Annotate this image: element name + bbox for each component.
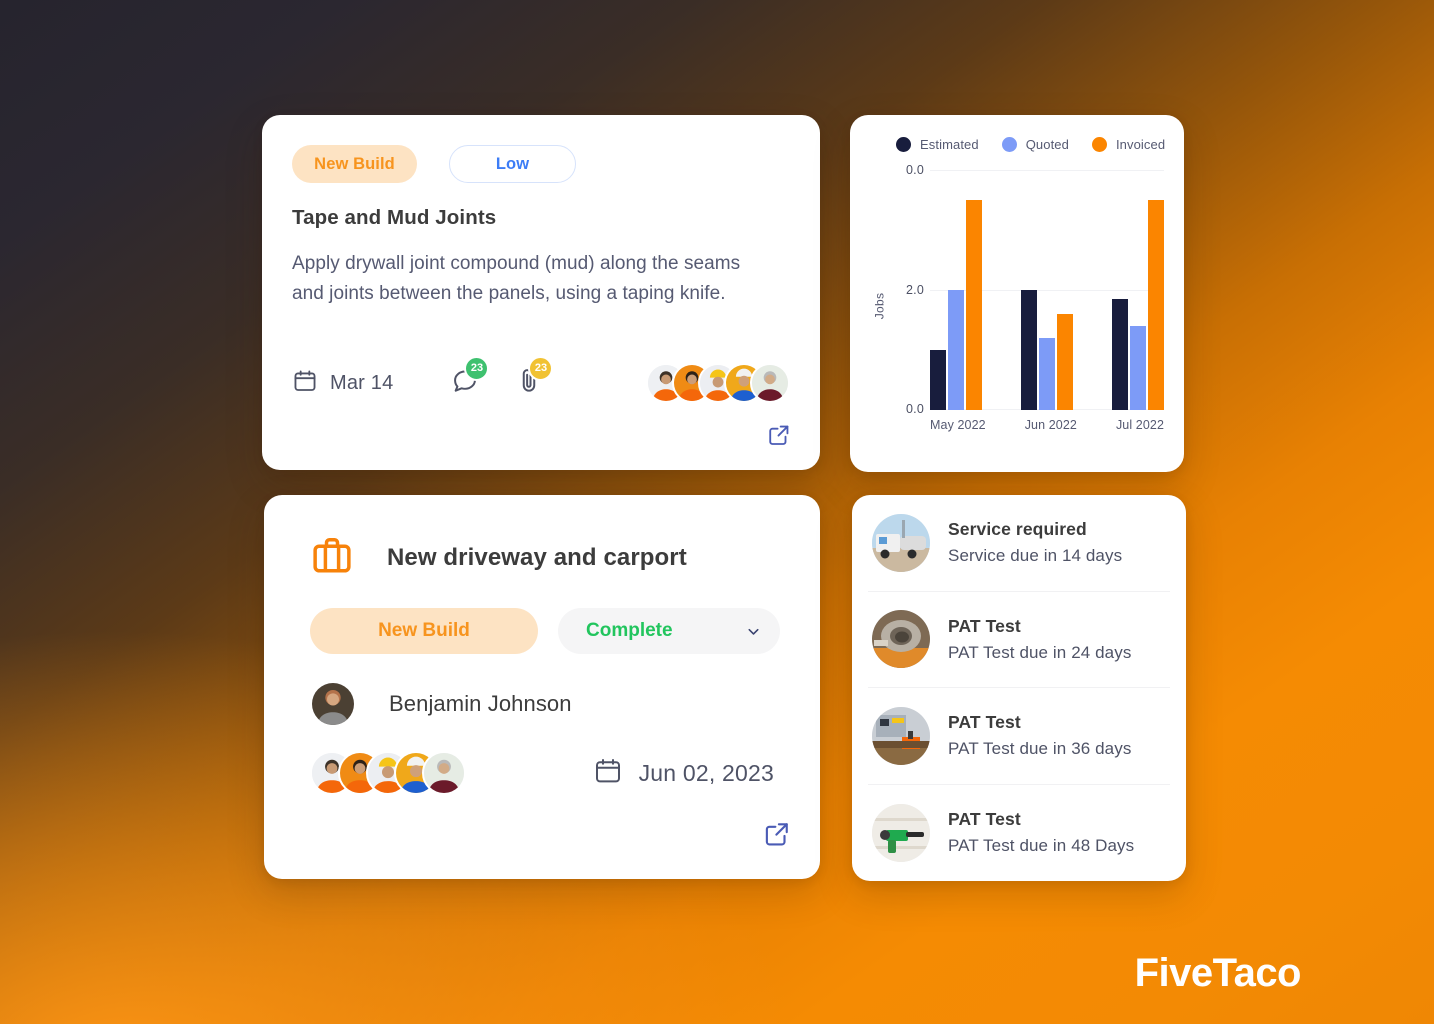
job-title: New driveway and carport xyxy=(387,543,687,571)
legend-item-estimated[interactable]: Estimated xyxy=(896,137,979,152)
job-bottom-row: Jun 02, 2023 xyxy=(264,727,820,795)
dashboard-background: New Build Low Tape and Mud Joints Apply … xyxy=(0,0,1434,1024)
x-tick-label: Jun 2022 xyxy=(1024,418,1077,432)
list-item-text: PAT Test PAT Test due in 36 days xyxy=(948,712,1131,759)
y-tick-label: 2.0 xyxy=(906,283,924,297)
list-item-title: PAT Test xyxy=(948,712,1021,733)
legend-label-invoiced: Invoiced xyxy=(1115,137,1166,152)
chart-legend: Estimated Quoted Invoiced xyxy=(864,137,1170,152)
list-item-subtitle: PAT Test due in 48 Days xyxy=(948,836,1135,856)
task-meta-row: Mar 14 23 23 xyxy=(292,355,790,403)
job-chip-row: New Build Complete xyxy=(264,582,820,654)
task-due-date: Mar 14 xyxy=(292,368,393,399)
chevron-down-icon[interactable] xyxy=(745,623,762,640)
avatar[interactable] xyxy=(750,363,790,403)
list-item-title: PAT Test xyxy=(948,809,1021,830)
jobs-chart-card: Estimated Quoted Invoiced Jobs 0.0 2.0 0.0… xyxy=(850,115,1184,472)
legend-label-quoted: Quoted xyxy=(1025,137,1069,152)
bar-invoiced-may-2022[interactable] xyxy=(966,200,982,410)
task-title: Tape and Mud Joints xyxy=(292,206,497,229)
list-item-text: PAT Test PAT Test due in 24 days xyxy=(948,616,1131,663)
drill-thumb xyxy=(872,803,930,862)
list-item-title: PAT Test xyxy=(948,615,1021,636)
maintenance-list-card: Service required Service due in 14 days PA… xyxy=(852,495,1186,881)
job-header: New driveway and carport xyxy=(264,495,820,582)
task-card[interactable]: New Build Low Tape and Mud Joints Apply … xyxy=(262,115,820,470)
legend-dot-invoiced xyxy=(1091,137,1107,152)
mixer-thumb xyxy=(872,610,930,669)
list-item[interactable]: Service required Service due in 14 days xyxy=(868,495,1170,592)
x-tick-label: Jul 2022 xyxy=(1115,418,1164,432)
job-date-text: Jun 02, 2023 xyxy=(638,759,774,786)
bar-invoiced-jun-2022[interactable] xyxy=(1057,314,1073,410)
bar-invoiced-jul-2022[interactable] xyxy=(1148,200,1164,410)
bar-estimated-may-2022[interactable] xyxy=(930,350,946,410)
comments-indicator[interactable]: 23 xyxy=(451,355,490,400)
task-assignee-avatars[interactable] xyxy=(646,363,790,403)
list-item[interactable]: PAT Test PAT Test due in 24 days xyxy=(868,592,1170,688)
task-date-text: Mar 14 xyxy=(330,371,394,394)
job-status-label: Complete xyxy=(586,620,673,641)
y-tick-label: 0.0 xyxy=(906,402,924,416)
list-item-subtitle: Service due in 14 days xyxy=(948,546,1123,566)
chart-plot-area: Jobs 0.0 2.0 0.0 May 2022 Jun 2022 Jul 2022 xyxy=(864,163,1170,442)
bar-estimated-jun-2022[interactable] xyxy=(1021,290,1037,410)
bar-quoted-jul-2022[interactable] xyxy=(1130,326,1146,410)
legend-dot-quoted xyxy=(1001,137,1017,152)
bar-group xyxy=(1021,170,1073,410)
list-item[interactable]: PAT Test PAT Test due in 36 days xyxy=(868,688,1170,785)
legend-item-invoiced[interactable]: Invoiced xyxy=(1091,137,1166,152)
avatar[interactable] xyxy=(422,751,466,795)
truck-thumb xyxy=(872,513,930,572)
open-job-link[interactable] xyxy=(762,819,792,849)
tools-thumb xyxy=(872,706,930,765)
chart-bars-region xyxy=(930,170,1164,410)
fivetaco-logo: FiveTaco xyxy=(1134,951,1302,995)
maintenance-list: Service required Service due in 14 days PA… xyxy=(868,495,1170,881)
task-category-chip[interactable]: New Build xyxy=(292,145,417,183)
job-owner-name: Benjamin Johnson xyxy=(389,691,572,716)
bar-quoted-may-2022[interactable] xyxy=(948,290,964,410)
bar-estimated-jul-2022[interactable] xyxy=(1112,299,1128,410)
owner-avatar[interactable] xyxy=(310,681,356,727)
bar-quoted-jun-2022[interactable] xyxy=(1039,338,1055,410)
bar-group xyxy=(930,170,982,410)
x-tick-label: May 2022 xyxy=(930,418,986,432)
list-item-text: PAT Test PAT Test due in 48 Days xyxy=(948,809,1134,856)
comment-count-badge: 23 xyxy=(464,355,490,381)
x-axis-labels: May 2022 Jun 2022 Jul 2022 xyxy=(930,418,1164,432)
attachment-count-badge: 23 xyxy=(528,355,554,381)
task-priority-chip[interactable]: Low xyxy=(449,145,576,183)
legend-item-quoted[interactable]: Quoted xyxy=(1001,137,1069,152)
calendar-icon xyxy=(292,368,318,399)
job-date: Jun 02, 2023 xyxy=(593,756,774,791)
bar-group xyxy=(1112,170,1164,410)
task-description: Apply drywall joint compound (mud) along… xyxy=(292,253,741,304)
calendar-icon xyxy=(593,756,623,791)
job-category-chip[interactable]: New Build xyxy=(310,608,538,654)
job-status-dropdown[interactable]: Complete xyxy=(558,608,780,654)
list-item-subtitle: PAT Test due in 36 days xyxy=(948,739,1132,759)
y-axis-title: Jobs xyxy=(872,292,887,320)
attachments-indicator[interactable]: 23 xyxy=(515,355,554,400)
briefcase-icon xyxy=(310,533,354,582)
job-team-avatars[interactable] xyxy=(310,751,466,795)
open-task-link[interactable] xyxy=(766,422,792,448)
y-tick-label: 0.0 xyxy=(906,163,924,177)
legend-label-estimated: Estimated xyxy=(920,137,979,152)
list-item-subtitle: PAT Test due in 24 days xyxy=(948,642,1132,662)
list-item-title: Service required xyxy=(948,519,1087,540)
task-chip-row: New Build Low xyxy=(292,145,790,183)
job-owner-row: Benjamin Johnson xyxy=(264,654,820,727)
legend-dot-estimated xyxy=(896,137,911,152)
job-card[interactable]: New driveway and carport New Build Compl… xyxy=(264,495,820,879)
list-item[interactable]: PAT Test PAT Test due in 48 Days xyxy=(868,785,1170,882)
y-axis-ticks: 0.0 2.0 0.0 xyxy=(890,163,924,416)
bar-groups xyxy=(930,170,1164,410)
list-item-text: Service required Service due in 14 days xyxy=(948,519,1122,566)
